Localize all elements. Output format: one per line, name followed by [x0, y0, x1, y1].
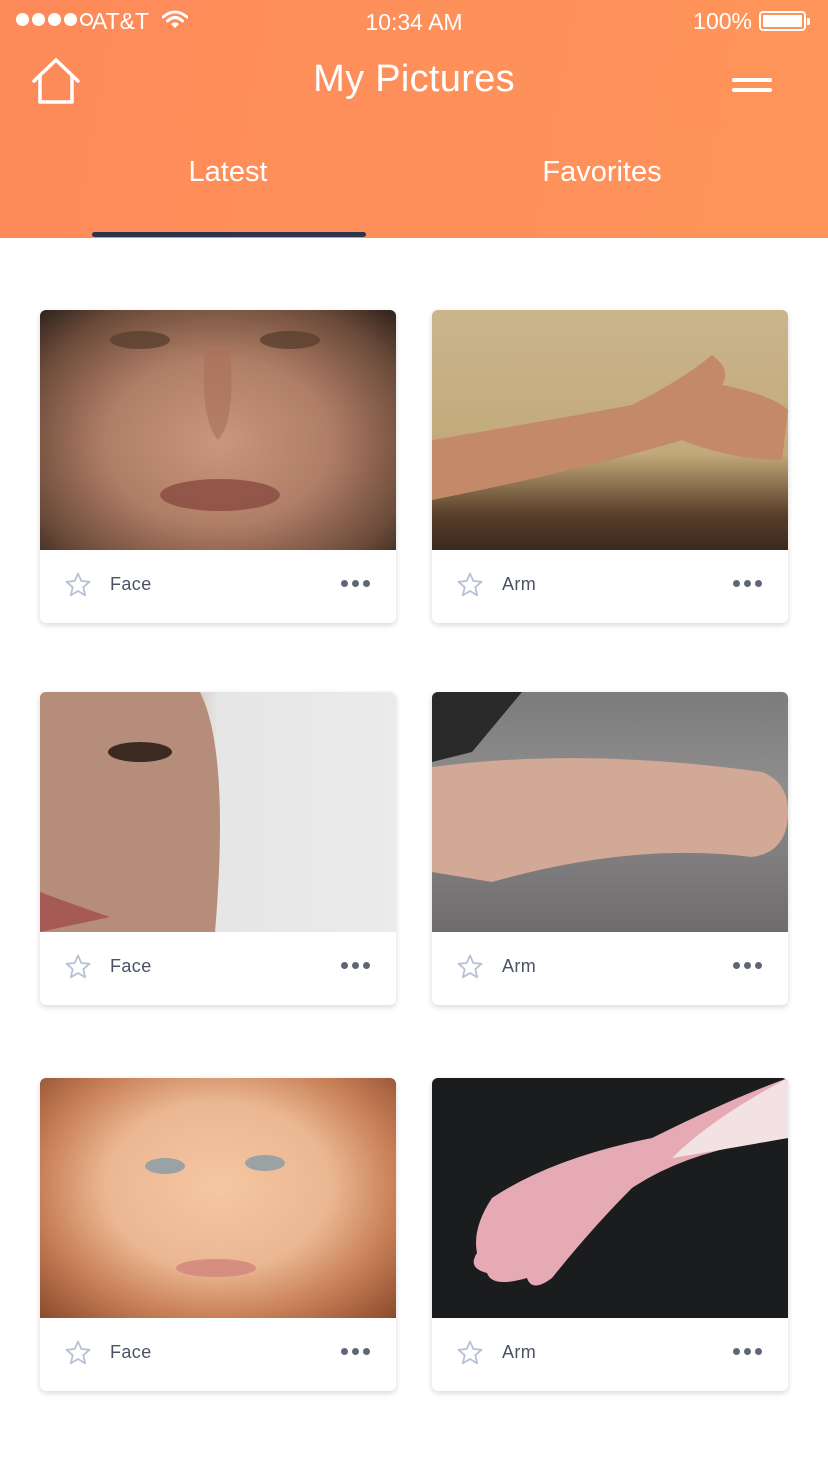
- star-icon[interactable]: [64, 953, 92, 981]
- active-tab-indicator: [92, 232, 366, 237]
- card-label: Face: [110, 574, 152, 594]
- star-icon[interactable]: [456, 953, 484, 981]
- ellipsis-icon[interactable]: [733, 962, 762, 969]
- ellipsis-icon[interactable]: [341, 580, 370, 587]
- star-icon[interactable]: [456, 571, 484, 599]
- photo-arm: [432, 692, 788, 932]
- tab-bar: Latest Favorites: [0, 150, 828, 238]
- card-footer: Face: [40, 550, 396, 623]
- picture-card[interactable]: Arm: [432, 692, 788, 1005]
- battery-icon: [759, 11, 810, 31]
- photo-arm: [432, 310, 788, 550]
- picture-card[interactable]: Arm: [432, 310, 788, 623]
- ellipsis-icon[interactable]: [341, 1348, 370, 1355]
- card-footer: Arm: [432, 1318, 788, 1391]
- tab-latest[interactable]: Latest: [58, 156, 398, 189]
- card-footer: Face: [40, 1318, 396, 1391]
- photo-arm: [432, 1078, 788, 1318]
- picture-card[interactable]: Arm: [432, 1078, 788, 1391]
- picture-card[interactable]: Face: [40, 692, 396, 1005]
- ellipsis-icon[interactable]: [733, 1348, 762, 1355]
- card-footer: Arm: [432, 932, 788, 1005]
- card-label: Face: [110, 956, 152, 976]
- battery-percent: 100%: [693, 8, 752, 34]
- card-footer: Arm: [432, 550, 788, 623]
- nav-bar: My Pictures: [0, 50, 828, 120]
- status-bar: AT&T 10:34 AM 100%: [0, 0, 828, 40]
- star-icon[interactable]: [64, 571, 92, 599]
- card-label: Face: [110, 1342, 152, 1362]
- hamburger-menu-icon[interactable]: [732, 78, 772, 100]
- ellipsis-icon[interactable]: [733, 580, 762, 587]
- photo-face: [40, 692, 396, 932]
- photo-face: [40, 310, 396, 550]
- star-icon[interactable]: [64, 1339, 92, 1367]
- header: AT&T 10:34 AM 100% My Pictures Latest Fa…: [0, 0, 828, 238]
- star-icon[interactable]: [456, 1339, 484, 1367]
- page-title: My Pictures: [313, 58, 515, 100]
- card-label: Arm: [502, 956, 537, 976]
- picture-card[interactable]: Face: [40, 310, 396, 623]
- ellipsis-icon[interactable]: [341, 962, 370, 969]
- tab-favorites[interactable]: Favorites: [432, 156, 772, 189]
- card-label: Arm: [502, 574, 537, 594]
- card-label: Arm: [502, 1342, 537, 1362]
- picture-card[interactable]: Face: [40, 1078, 396, 1391]
- card-footer: Face: [40, 932, 396, 1005]
- photo-face: [40, 1078, 396, 1318]
- screen: AT&T 10:34 AM 100% My Pictures Latest Fa…: [0, 0, 828, 1472]
